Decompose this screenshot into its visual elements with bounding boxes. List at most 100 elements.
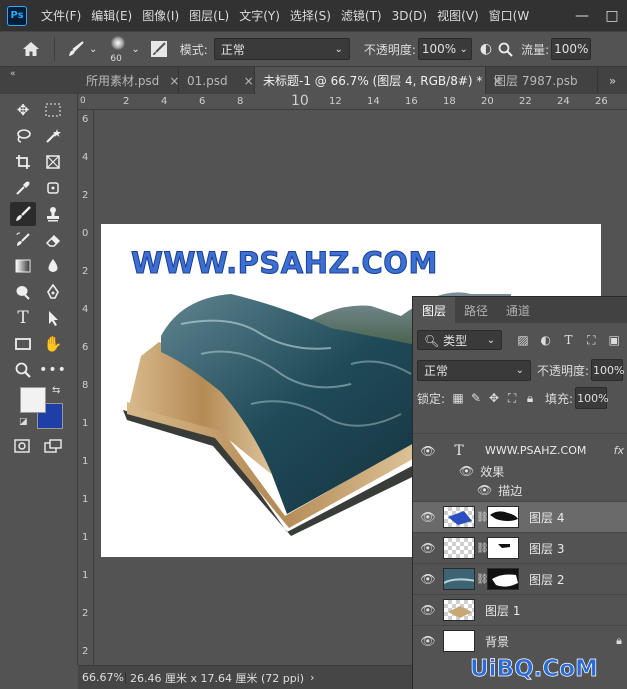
- layer-blend-mode-select[interactable]: 正常 ⌄: [417, 359, 531, 381]
- layer-row-1[interactable]: 👁︎ 图层 1: [413, 594, 627, 625]
- zoom-level[interactable]: 66.67%: [78, 671, 126, 684]
- menu-type[interactable]: 文字(Y): [234, 7, 285, 24]
- link-icon[interactable]: ⛓︎: [476, 512, 489, 523]
- visibility-eye-icon[interactable]: 👁︎: [413, 444, 443, 458]
- home-icon[interactable]: [22, 41, 40, 57]
- zoom-tool-icon[interactable]: [10, 358, 36, 382]
- pressure-opacity-icon[interactable]: ◐: [480, 41, 492, 57]
- close-icon[interactable]: ×: [169, 74, 179, 88]
- lock-position-icon[interactable]: ✥: [485, 391, 503, 405]
- fx-icon[interactable]: fx: [614, 444, 624, 457]
- eraser-tool-icon[interactable]: [40, 228, 66, 252]
- lock-transparent-icon[interactable]: ▦: [449, 391, 467, 405]
- fill-input[interactable]: 100%: [575, 387, 609, 409]
- adjustment-filter-icon[interactable]: ◐: [537, 333, 555, 347]
- path-selection-tool-icon[interactable]: [40, 306, 66, 330]
- blur-tool-icon[interactable]: [40, 254, 66, 278]
- foreground-color-swatch[interactable]: [20, 387, 46, 413]
- stroke-effect-row[interactable]: 👁︎ 描边: [477, 480, 522, 500]
- tab-paths[interactable]: 路径: [455, 297, 497, 323]
- menu-window[interactable]: 窗口(W: [484, 7, 535, 24]
- more-tools-icon[interactable]: •••: [39, 358, 66, 382]
- brush-tool-preset-icon[interactable]: [67, 40, 85, 58]
- layer-row-text[interactable]: 👁︎ T WWW.PSAHZ.COM fx: [413, 433, 627, 467]
- lock-all-icon[interactable]: 🔒︎: [521, 391, 539, 406]
- layer-row-background[interactable]: 👁︎ 背景 🔒︎: [413, 625, 627, 656]
- tab-material[interactable]: 所用素材.psd ×: [78, 67, 179, 94]
- chevron-down-icon[interactable]: ⌄: [131, 44, 139, 55]
- clone-stamp-tool-icon[interactable]: [40, 202, 66, 226]
- smart-object-filter-icon[interactable]: ▣: [605, 333, 623, 347]
- history-brush-tool-icon[interactable]: [10, 228, 36, 252]
- menu-3d[interactable]: 3D(D): [387, 9, 432, 23]
- link-icon[interactable]: ⛓︎: [476, 543, 489, 554]
- visibility-eye-icon[interactable]: 👁︎: [459, 464, 474, 478]
- brush-settings-icon[interactable]: [150, 40, 168, 58]
- move-tool-icon[interactable]: ✥: [10, 98, 36, 122]
- document-info[interactable]: 26.46 厘米 x 17.64 厘米 (72 ppi): [126, 670, 304, 686]
- tabs-overflow-button[interactable]: »: [598, 67, 627, 94]
- menu-layer[interactable]: 图层(L): [184, 7, 234, 24]
- type-filter-icon[interactable]: T: [560, 333, 578, 347]
- pen-tool-icon[interactable]: [40, 280, 66, 304]
- crop-tool-icon[interactable]: [10, 150, 36, 174]
- layer-mask-thumbnail[interactable]: [487, 506, 519, 528]
- frame-tool-icon[interactable]: [40, 150, 66, 174]
- magic-wand-tool-icon[interactable]: [40, 124, 66, 148]
- rectangle-tool-icon[interactable]: [10, 332, 36, 356]
- layer-opacity-input[interactable]: 100%: [591, 359, 624, 381]
- menu-file[interactable]: 文件(F): [36, 7, 86, 24]
- status-menu-arrow[interactable]: ›: [310, 671, 314, 684]
- default-colors-icon[interactable]: ◪: [19, 417, 28, 427]
- chevron-down-icon[interactable]: ⌄: [89, 44, 97, 55]
- eyedropper-tool-icon[interactable]: [10, 176, 36, 200]
- layer-filter-select[interactable]: 🔍︎ 类型 ⌄: [417, 330, 503, 350]
- hand-tool-icon[interactable]: ✋: [40, 332, 66, 356]
- menu-view[interactable]: 视图(V): [432, 7, 484, 24]
- visibility-eye-icon[interactable]: 👁︎: [413, 634, 443, 648]
- layer-row-3[interactable]: 👁︎ ⛓︎ 图层 3: [413, 532, 627, 563]
- menu-filter[interactable]: 滤镜(T): [336, 7, 387, 24]
- visibility-eye-icon[interactable]: 👁︎: [413, 572, 443, 586]
- lock-image-icon[interactable]: ✎: [467, 391, 485, 405]
- dodge-tool-icon[interactable]: [10, 280, 36, 304]
- spot-healing-tool-icon[interactable]: [40, 176, 66, 200]
- tab-layers[interactable]: 图层: [413, 297, 456, 323]
- link-icon[interactable]: ⛓︎: [476, 574, 489, 585]
- marquee-tool-icon[interactable]: [40, 98, 66, 122]
- tab-layer-7987[interactable]: 图层 7987.psb: [486, 67, 598, 94]
- maximize-button[interactable]: □: [597, 8, 627, 24]
- layer-row-2[interactable]: 👁︎ ⛓︎ 图层 2: [413, 563, 627, 594]
- lasso-tool-icon[interactable]: [10, 124, 36, 148]
- gradient-tool-icon[interactable]: [10, 254, 36, 278]
- visibility-eye-icon[interactable]: 👁︎: [413, 603, 443, 617]
- layer-mask-thumbnail[interactable]: [487, 537, 519, 559]
- swap-colors-icon[interactable]: ⇆: [52, 385, 60, 396]
- minimize-button[interactable]: —: [567, 8, 597, 24]
- effects-row[interactable]: 👁︎ 效果: [459, 461, 504, 481]
- menu-edit[interactable]: 编辑(E): [86, 7, 137, 24]
- lock-artboard-icon[interactable]: ⛶: [503, 391, 521, 406]
- layer-row-4[interactable]: 👁︎ ⛓︎ 图层 4: [413, 501, 627, 532]
- brush-tool-icon[interactable]: [10, 202, 36, 226]
- search-icon[interactable]: [498, 42, 513, 57]
- pixel-filter-icon[interactable]: ▨: [514, 333, 532, 347]
- menu-image[interactable]: 图像(I): [137, 7, 184, 24]
- opacity-input[interactable]: 100% ⌄: [417, 38, 472, 60]
- close-icon[interactable]: ×: [244, 74, 254, 88]
- visibility-eye-icon[interactable]: 👁︎: [413, 541, 443, 555]
- type-tool-icon[interactable]: T: [10, 306, 36, 330]
- menu-select[interactable]: 选择(S): [285, 7, 336, 24]
- shape-filter-icon[interactable]: ⛶: [582, 333, 600, 348]
- blend-mode-select[interactable]: 正常 ⌄: [213, 38, 350, 60]
- toolbar-collapse-button[interactable]: «: [0, 67, 78, 94]
- screen-mode-icon[interactable]: [44, 439, 62, 456]
- quick-mask-icon[interactable]: [14, 439, 30, 456]
- layer-mask-thumbnail[interactable]: [487, 568, 519, 590]
- visibility-eye-icon[interactable]: 👁︎: [477, 483, 492, 497]
- flow-input[interactable]: 100%: [551, 38, 592, 60]
- tab-untitled-1[interactable]: 未标题-1 @ 66.7% (图层 4, RGB/8#) * ×: [255, 67, 502, 94]
- tab-01[interactable]: 01.psd ×: [179, 67, 255, 94]
- brush-size-picker[interactable]: 60: [107, 34, 131, 64]
- tab-channels[interactable]: 通道: [497, 297, 539, 323]
